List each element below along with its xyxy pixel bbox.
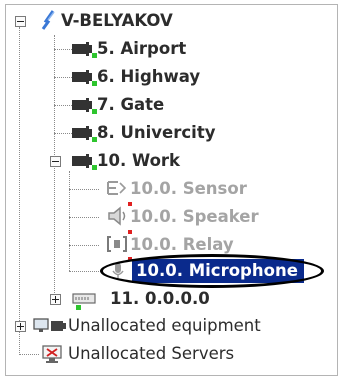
camera-icon bbox=[72, 41, 94, 61]
tree-guide-line bbox=[54, 133, 72, 134]
collapse-toggle-root[interactable] bbox=[15, 16, 26, 27]
status-indicator bbox=[76, 305, 81, 310]
tree-guide-line bbox=[54, 105, 72, 106]
tree-node-camera-univercity[interactable]: 8. Univercity bbox=[97, 120, 215, 146]
collapse-toggle-work[interactable] bbox=[50, 156, 61, 167]
tree-node-label: 7. Gate bbox=[97, 95, 165, 114]
tree-node-speaker[interactable]: 10.0. Speaker bbox=[130, 204, 259, 230]
tree-node-camera-airport[interactable]: 5. Airport bbox=[97, 36, 186, 62]
camera-icon bbox=[72, 69, 94, 89]
expand-toggle-ip-device[interactable] bbox=[50, 294, 61, 305]
camera-icon bbox=[72, 125, 94, 145]
tree-node-label: 6. Highway bbox=[97, 67, 201, 86]
tree-node-label: 8. Univercity bbox=[97, 123, 216, 142]
expand-toggle-unallocated-equipment[interactable] bbox=[15, 321, 26, 332]
object-tree-panel: V-BELYAKOV 5. Airport 6. Highway 7. Gate… bbox=[5, 4, 338, 376]
tree-guide-line bbox=[54, 77, 72, 78]
tree-node-label: 10.0. Relay bbox=[130, 235, 234, 254]
tree-node-label: 10. Work bbox=[97, 151, 181, 170]
tree-node-camera-work[interactable]: 10. Work bbox=[97, 148, 180, 174]
tree-node-label: Unallocated Servers bbox=[68, 344, 235, 363]
tree-node-label: 5. Airport bbox=[97, 39, 187, 58]
camera-icon bbox=[72, 97, 94, 117]
tree-node-label: 10.0. Speaker bbox=[130, 207, 259, 226]
tree-node-ip-device[interactable]: 11. 0.0.0.0 bbox=[110, 286, 210, 312]
tree-node-label: Unallocated equipment bbox=[68, 316, 261, 335]
server-icon bbox=[39, 9, 59, 35]
tree-guide-line bbox=[69, 271, 99, 272]
tree-node-sensor[interactable]: 10.0. Sensor bbox=[130, 176, 247, 202]
camera-icon bbox=[72, 153, 94, 173]
highlight-ellipse bbox=[100, 254, 324, 288]
tree-guide-line bbox=[69, 189, 99, 190]
tree-guide-line bbox=[19, 27, 20, 353]
tree-guide-line bbox=[69, 171, 70, 271]
tree-node-label: V-BELYAKOV bbox=[61, 11, 173, 30]
tree-guide-line bbox=[69, 217, 99, 218]
tree-node-camera-highway[interactable]: 6. Highway bbox=[97, 64, 200, 90]
tree-node-unallocated-servers[interactable]: Unallocated Servers bbox=[68, 341, 234, 367]
relay-icon bbox=[106, 234, 128, 258]
speaker-icon bbox=[106, 206, 128, 230]
equipment-icon bbox=[33, 317, 67, 339]
tree-node-camera-gate[interactable]: 7. Gate bbox=[97, 92, 164, 118]
tree-guide-line bbox=[54, 35, 55, 299]
tree-guide-line bbox=[19, 354, 39, 355]
tree-node-label: 11. 0.0.0.0 bbox=[110, 289, 210, 308]
tree-guide-line bbox=[54, 49, 72, 50]
tree-node-server[interactable]: V-BELYAKOV bbox=[61, 8, 173, 34]
tree-node-label: 10.0. Sensor bbox=[130, 179, 247, 198]
server-unavailable-icon bbox=[42, 345, 64, 369]
tree-guide-line bbox=[69, 245, 99, 246]
sensor-icon bbox=[106, 179, 128, 201]
tree-node-unallocated-equipment[interactable]: Unallocated equipment bbox=[68, 313, 261, 339]
